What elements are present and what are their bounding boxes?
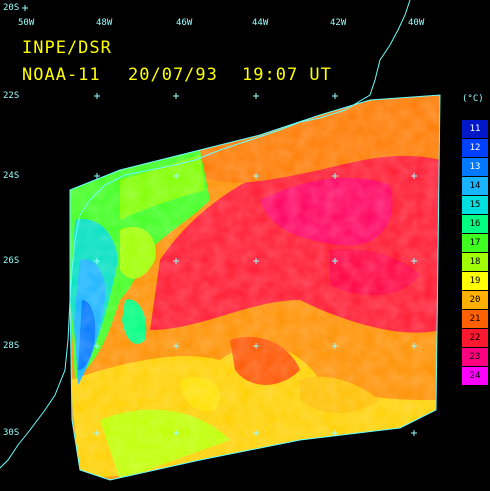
satellite-name: NOAA-11 bbox=[22, 65, 101, 85]
lat-label-22s: 22S bbox=[3, 91, 20, 101]
sst-map: INPE/DSR NOAA-11 20/07/93 19:07 UT 50W 4… bbox=[0, 0, 490, 491]
legend-swatch-16: 16 bbox=[462, 215, 488, 233]
lon-label-50w: 50W bbox=[18, 18, 35, 28]
legend-swatch-14: 14 bbox=[462, 177, 488, 195]
lat-label-26s: 26S bbox=[3, 256, 20, 266]
legend-swatch-13: 13 bbox=[462, 158, 488, 176]
lat-label-24s: 24S bbox=[3, 171, 20, 181]
legend-swatch-21: 21 bbox=[462, 310, 488, 328]
acquisition-date: 20/07/93 bbox=[128, 65, 218, 85]
lon-label-48w: 48W bbox=[96, 18, 113, 28]
legend-swatch-22: 22 bbox=[462, 329, 488, 347]
legend-swatch-17: 17 bbox=[462, 234, 488, 252]
legend-swatch-24: 24 bbox=[462, 367, 488, 385]
legend-swatch-20: 20 bbox=[462, 291, 488, 309]
lat-label-28s: 28S bbox=[3, 341, 20, 351]
legend-swatch-23: 23 bbox=[462, 348, 488, 366]
lon-label-40w: 40W bbox=[408, 18, 425, 28]
lon-label-42w: 42W bbox=[330, 18, 347, 28]
temperature-legend: 11 12 13 14 15 16 17 18 19 20 21 22 23 24 bbox=[462, 120, 488, 386]
legend-unit: (°C) bbox=[462, 94, 484, 104]
legend-swatch-12: 12 bbox=[462, 139, 488, 157]
legend-swatch-18: 18 bbox=[462, 253, 488, 271]
temperature-field bbox=[70, 95, 440, 480]
agency-title: INPE/DSR bbox=[22, 38, 112, 58]
legend-swatch-11: 11 bbox=[462, 120, 488, 138]
lon-label-44w: 44W bbox=[252, 18, 269, 28]
legend-swatch-15: 15 bbox=[462, 196, 488, 214]
lat-label-20s: 20S bbox=[3, 3, 20, 13]
legend-swatch-19: 19 bbox=[462, 272, 488, 290]
lon-label-46w: 46W bbox=[176, 18, 193, 28]
acquisition-time: 19:07 UT bbox=[242, 65, 332, 85]
lat-label-30s: 30S bbox=[3, 428, 20, 438]
